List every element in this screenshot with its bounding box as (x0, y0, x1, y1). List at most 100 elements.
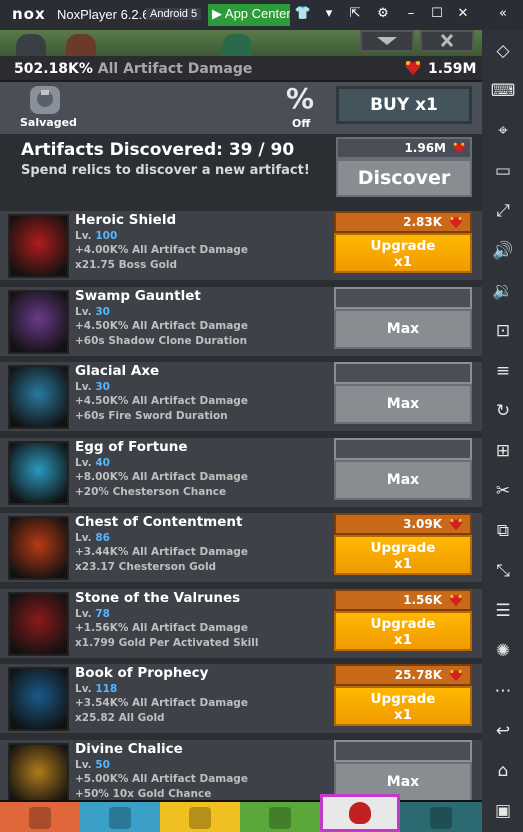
artifact-bonus-effect: x21.75 Boss Gold (75, 259, 177, 271)
artifact-row: Book of Prophecy Lv. 118 +3.54K% All Art… (0, 661, 482, 733)
home-icon[interactable]: ⌂ (490, 758, 516, 784)
max-label[interactable]: Max (334, 459, 472, 500)
max-label[interactable]: Max (334, 308, 472, 349)
discover-button[interactable]: Discover (336, 159, 472, 197)
shirt-icon[interactable]: 👕 (294, 6, 312, 24)
percent-toggle-icon[interactable]: % (286, 82, 314, 115)
artifact-damage-effect: +1.56K% All Artifact Damage (75, 621, 248, 634)
buy-multiplier-button[interactable]: BUY x1 (336, 86, 472, 124)
artifact-bonus-effect: x1.799 Gold Per Activated Skill (75, 636, 259, 649)
game-banner (0, 30, 482, 56)
close-icon[interactable]: ✕ (454, 6, 472, 24)
gear-icon[interactable]: ⚙ (374, 6, 392, 24)
bottom-tab-bar (0, 794, 482, 832)
tab-shop[interactable] (400, 800, 482, 832)
keyboard-icon[interactable]: ⌨ (490, 78, 516, 104)
relic-icon (453, 142, 465, 154)
salvaged-label[interactable]: Salvaged (20, 116, 77, 129)
back-icon[interactable]: ↩ (490, 718, 516, 744)
diamond-icon[interactable]: ◇ (490, 38, 516, 64)
recent-apps-icon[interactable]: ▣ (490, 798, 516, 824)
volume-up-icon[interactable]: 🔊 (490, 238, 516, 264)
title-bar: nox NoxPlayer 6.2.6.0 Android 5 ▶ App Ce… (0, 0, 523, 30)
upgrade-cost-value: 25.78K (394, 668, 442, 682)
upgrade-cost: 25.78K (334, 664, 472, 686)
artifact-max-button[interactable]: Max (334, 739, 472, 802)
discover-cost: 1.96M (336, 137, 472, 159)
fullscreen-icon[interactable]: ⤢ (490, 198, 516, 224)
tab-equipment[interactable] (160, 800, 240, 832)
artifact-image[interactable] (8, 289, 69, 354)
rotate-icon[interactable]: ↻ (490, 398, 516, 424)
minimize-icon[interactable]: – (402, 6, 420, 24)
nox-logo: nox (12, 5, 46, 23)
artifact-upgrade-button[interactable]: 2.83K Upgrade x1 (334, 211, 472, 273)
more-icon[interactable]: ⋯ (490, 678, 516, 704)
level-prefix: Lv. (75, 758, 92, 771)
artifact-max-button[interactable]: Max (334, 362, 472, 424)
level-prefix: Lv. (75, 230, 92, 242)
tab-sword[interactable] (0, 800, 80, 832)
artifact-image[interactable] (8, 440, 69, 505)
tab-artifacts[interactable] (320, 794, 400, 832)
scissors-icon[interactable]: ✂ (490, 478, 516, 504)
artifact-name: Chest of Contentment (75, 514, 243, 530)
artifact-bonus-effect: +60s Fire Sword Duration (75, 410, 228, 422)
app-center-button[interactable]: ▶ App Center (208, 4, 290, 26)
screen-icon[interactable]: ▭ (490, 158, 516, 184)
max-label[interactable]: Max (334, 384, 472, 424)
upgrade-label[interactable]: Upgrade x1 (334, 686, 472, 726)
maximize-icon[interactable]: ☐ (428, 6, 446, 24)
artifact-upgrade-button[interactable]: 3.09K Upgrade x1 (334, 513, 472, 575)
apk-install-icon[interactable]: ⊞ (490, 438, 516, 464)
upgrade-action: Upgrade (370, 540, 436, 556)
artifact-image[interactable] (8, 214, 69, 278)
keep-on-top-icon[interactable]: ⇱ (346, 6, 364, 24)
copy-icon[interactable]: ⧉ (490, 518, 516, 544)
artifact-image[interactable] (8, 365, 69, 429)
artifact-image[interactable] (8, 591, 69, 656)
chest-icon (430, 807, 452, 829)
relic-icon (449, 518, 463, 531)
max-cost-empty (334, 437, 472, 460)
discover-panel: Artifacts Discovered: 39 / 90 Spend reli… (8, 134, 482, 206)
damage-label: All Artifact Damage (97, 61, 253, 77)
resize-icon[interactable]: ⤡ (490, 558, 516, 584)
close-panel-icon[interactable] (420, 30, 474, 52)
back-arrow-icon[interactable]: « (494, 6, 512, 24)
tab-pets[interactable] (240, 800, 320, 832)
salvaged-icon[interactable] (30, 86, 60, 114)
artifact-image[interactable] (8, 742, 69, 807)
artifact-max-button[interactable]: Max (334, 437, 472, 500)
menu-icon[interactable]: ☰ (490, 598, 516, 624)
loading-icon[interactable]: ✺ (490, 638, 516, 664)
upgrade-label[interactable]: Upgrade x1 (334, 610, 472, 651)
artifact-image[interactable] (8, 516, 69, 580)
artifact-max-button[interactable]: Max (334, 286, 472, 349)
pin-icon[interactable]: ▾ (320, 6, 338, 24)
upgrade-cost: 1.56K (334, 588, 472, 611)
level-number: 30 (95, 381, 110, 393)
upgrade-label[interactable]: Upgrade x1 (334, 535, 472, 575)
artifact-damage-effect: +3.54K% All Artifact Damage (75, 697, 248, 709)
volume-down-icon[interactable]: 🔉 (490, 278, 516, 304)
artifact-upgrade-button[interactable]: 1.56K Upgrade x1 (334, 588, 472, 651)
artifact-upgrade-button[interactable]: 25.78K Upgrade x1 (334, 664, 472, 726)
artifact-image[interactable] (8, 667, 69, 731)
screenshot-icon[interactable]: ⊡ (490, 318, 516, 344)
collapse-chevron-icon[interactable] (360, 30, 414, 52)
enemy-icon (66, 34, 96, 56)
upgrade-label[interactable]: Upgrade x1 (334, 233, 472, 273)
artifact-damage-effect: +4.00K% All Artifact Damage (75, 244, 248, 256)
percent-toggle-state[interactable]: Off (292, 117, 310, 130)
app-center-label: App Center (224, 6, 290, 21)
artifact-bonus-effect: x23.17 Chesterson Gold (75, 561, 217, 573)
location-icon[interactable]: ⌖ (490, 118, 516, 144)
level-prefix: Lv. (75, 456, 92, 469)
max-cost-empty (334, 739, 472, 762)
tab-heroes[interactable] (80, 800, 160, 832)
upgrade-action: Upgrade (370, 615, 436, 632)
multi-instance-icon[interactable]: ≡ (490, 358, 516, 384)
relic-icon (405, 60, 421, 75)
upgrade-cost-value: 3.09K (403, 517, 442, 531)
